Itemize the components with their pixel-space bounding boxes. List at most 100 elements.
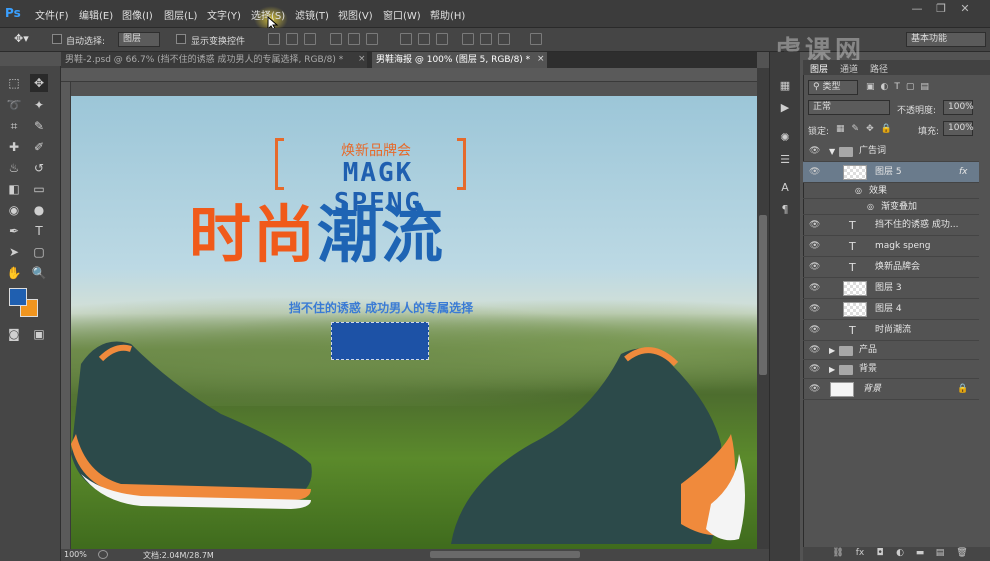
- align-right-icon[interactable]: [366, 33, 378, 45]
- visibility-eye-icon[interactable]: 👁: [809, 341, 821, 360]
- menu-type[interactable]: 文字(Y): [207, 7, 241, 22]
- healing-brush-icon[interactable]: ✚: [5, 138, 23, 156]
- delete-layer-icon[interactable]: 🗑: [956, 548, 968, 560]
- fx-icon[interactable]: fx: [959, 162, 968, 183]
- menu-edit[interactable]: 编辑(E): [79, 7, 113, 22]
- gradient-tool-icon[interactable]: ▭: [30, 180, 48, 198]
- menu-view[interactable]: 视图(V): [338, 7, 373, 22]
- crop-tool-icon[interactable]: ⌗: [5, 117, 23, 135]
- pen-tool-icon[interactable]: ✒: [5, 222, 23, 240]
- clone-stamp-icon[interactable]: ♨: [5, 159, 23, 177]
- character-panel-icon[interactable]: A: [776, 180, 794, 196]
- lock-position-icon[interactable]: ✥: [866, 124, 874, 134]
- visibility-eye-icon[interactable]: 👁: [809, 379, 821, 400]
- group-collapsed-icon[interactable]: ▶: [829, 360, 835, 379]
- menu-image[interactable]: 图像(I): [122, 7, 153, 22]
- fill-input[interactable]: 100%: [943, 121, 974, 136]
- tab-close-icon[interactable]: ×: [358, 54, 366, 64]
- history-brush-icon[interactable]: ↺: [30, 159, 48, 177]
- lock-pixels-icon[interactable]: ✎: [852, 124, 860, 134]
- adjustments-panel-icon[interactable]: ✺: [776, 130, 794, 146]
- layer-group-ad-text[interactable]: 👁 ▼ 广告词: [803, 141, 979, 162]
- align-vcenter-icon[interactable]: [286, 33, 298, 45]
- properties-panel-icon[interactable]: ☰: [776, 152, 794, 168]
- eyedropper-icon[interactable]: ✎: [30, 117, 48, 135]
- effect-eye-icon[interactable]: ◎: [867, 199, 874, 215]
- history-panel-icon[interactable]: ▦: [776, 78, 794, 94]
- layer-filter-dropdown[interactable]: ⚲ 类型: [808, 80, 858, 95]
- opacity-input[interactable]: 100%: [943, 100, 974, 115]
- actions-panel-icon[interactable]: ▶: [776, 100, 794, 116]
- adjustment-layer-icon[interactable]: ◐: [894, 548, 906, 560]
- tab-layers[interactable]: 图层: [810, 62, 828, 75]
- move-tool-icon[interactable]: ✥▾: [14, 32, 29, 45]
- auto-select-dropdown[interactable]: 图层: [118, 32, 160, 47]
- blur-tool-icon[interactable]: ◉: [5, 201, 23, 219]
- layer-effects-row[interactable]: ◎ 效果: [803, 183, 979, 199]
- layer-pixel-3[interactable]: 👁 图层 3: [803, 278, 979, 299]
- visibility-eye-icon[interactable]: 👁: [809, 257, 821, 278]
- blend-mode-dropdown[interactable]: 正常: [808, 100, 890, 115]
- distribute-right-icon[interactable]: [498, 33, 510, 45]
- restore-button[interactable]: ❐: [932, 2, 950, 16]
- auto-align-icon[interactable]: [530, 33, 542, 45]
- layer-background[interactable]: 👁 背景 🔒: [803, 379, 979, 400]
- group-expanded-icon[interactable]: ▼: [829, 141, 835, 162]
- layer-text-slogan[interactable]: 👁 T 时尚潮流: [803, 320, 979, 341]
- lasso-tool-icon[interactable]: ➰: [5, 96, 23, 114]
- tab-channels[interactable]: 通道: [840, 62, 858, 75]
- marquee-tool-icon[interactable]: ⬚: [5, 74, 23, 92]
- distribute-top-icon[interactable]: [400, 33, 412, 45]
- align-top-icon[interactable]: [268, 33, 280, 45]
- tab-close-icon[interactable]: ×: [537, 54, 545, 64]
- horizontal-scrollbar-thumb[interactable]: [430, 551, 580, 558]
- add-style-icon[interactable]: fx: [854, 548, 866, 560]
- filter-smart-icon[interactable]: ▤: [920, 82, 929, 92]
- filter-pixel-icon[interactable]: ▣: [866, 82, 875, 92]
- add-mask-icon[interactable]: ◘: [874, 548, 886, 560]
- layer-text-brand-en[interactable]: 👁 Tmagk speng: [803, 236, 979, 257]
- visibility-eye-icon[interactable]: 👁: [809, 236, 821, 257]
- distribute-hcenter-icon[interactable]: [480, 33, 492, 45]
- visibility-eye-icon[interactable]: 👁: [809, 299, 821, 320]
- effect-eye-icon[interactable]: ◎: [855, 183, 862, 199]
- menu-help[interactable]: 帮助(H): [430, 7, 465, 22]
- vertical-scrollbar-thumb[interactable]: [759, 215, 767, 375]
- link-layers-icon[interactable]: ⛓: [832, 548, 844, 560]
- type-tool-icon[interactable]: T: [30, 222, 48, 240]
- menu-file[interactable]: 文件(F): [35, 7, 69, 22]
- lock-all-icon[interactable]: 🔒: [881, 124, 892, 134]
- filter-type-icon[interactable]: T: [894, 82, 900, 92]
- quick-mask-icon[interactable]: ◙: [5, 325, 23, 343]
- status-info-icon[interactable]: [98, 550, 108, 559]
- close-button[interactable]: ✕: [956, 2, 974, 16]
- move-tool-icon[interactable]: ✥: [30, 74, 48, 92]
- visibility-eye-icon[interactable]: 👁: [809, 278, 821, 299]
- layer-group-background[interactable]: 👁 ▶ 背景: [803, 360, 979, 379]
- tab-document-2[interactable]: 男鞋海报 @ 100% (图层 5, RGB/8) *: [372, 52, 547, 68]
- distribute-bottom-icon[interactable]: [436, 33, 448, 45]
- zoom-level[interactable]: 100%: [64, 550, 87, 559]
- magic-wand-icon[interactable]: ✦: [30, 96, 48, 114]
- paragraph-panel-icon[interactable]: ¶: [776, 202, 794, 218]
- layer-group-products[interactable]: 👁 ▶ 产品: [803, 341, 979, 360]
- brush-tool-icon[interactable]: ✐: [30, 138, 48, 156]
- hand-tool-icon[interactable]: ✋: [5, 264, 23, 282]
- workspace-dropdown[interactable]: 基本功能: [906, 32, 986, 47]
- zoom-tool-icon[interactable]: 🔍: [30, 264, 48, 282]
- layer-text-brand-cn[interactable]: 👁 T 焕新品牌会: [803, 257, 979, 278]
- lock-transparent-icon[interactable]: ▦: [836, 124, 845, 134]
- filter-adjustment-icon[interactable]: ◐: [881, 82, 889, 92]
- visibility-eye-icon[interactable]: 👁: [809, 360, 821, 379]
- selected-blue-rectangle[interactable]: [331, 322, 429, 360]
- menu-filter[interactable]: 滤镜(T): [295, 7, 329, 22]
- new-layer-icon[interactable]: ▤: [934, 548, 946, 560]
- transform-controls-checkbox[interactable]: [176, 34, 186, 44]
- layer-text-subslogan[interactable]: 👁 T 挡不住的诱惑 成功...: [803, 215, 979, 236]
- align-left-icon[interactable]: [330, 33, 342, 45]
- align-bottom-icon[interactable]: [304, 33, 316, 45]
- group-collapsed-icon[interactable]: ▶: [829, 341, 835, 360]
- foreground-color-swatch[interactable]: [9, 288, 27, 306]
- layer-row-selected[interactable]: 👁 图层 5 fx: [803, 162, 979, 183]
- visibility-eye-icon[interactable]: 👁: [809, 162, 821, 183]
